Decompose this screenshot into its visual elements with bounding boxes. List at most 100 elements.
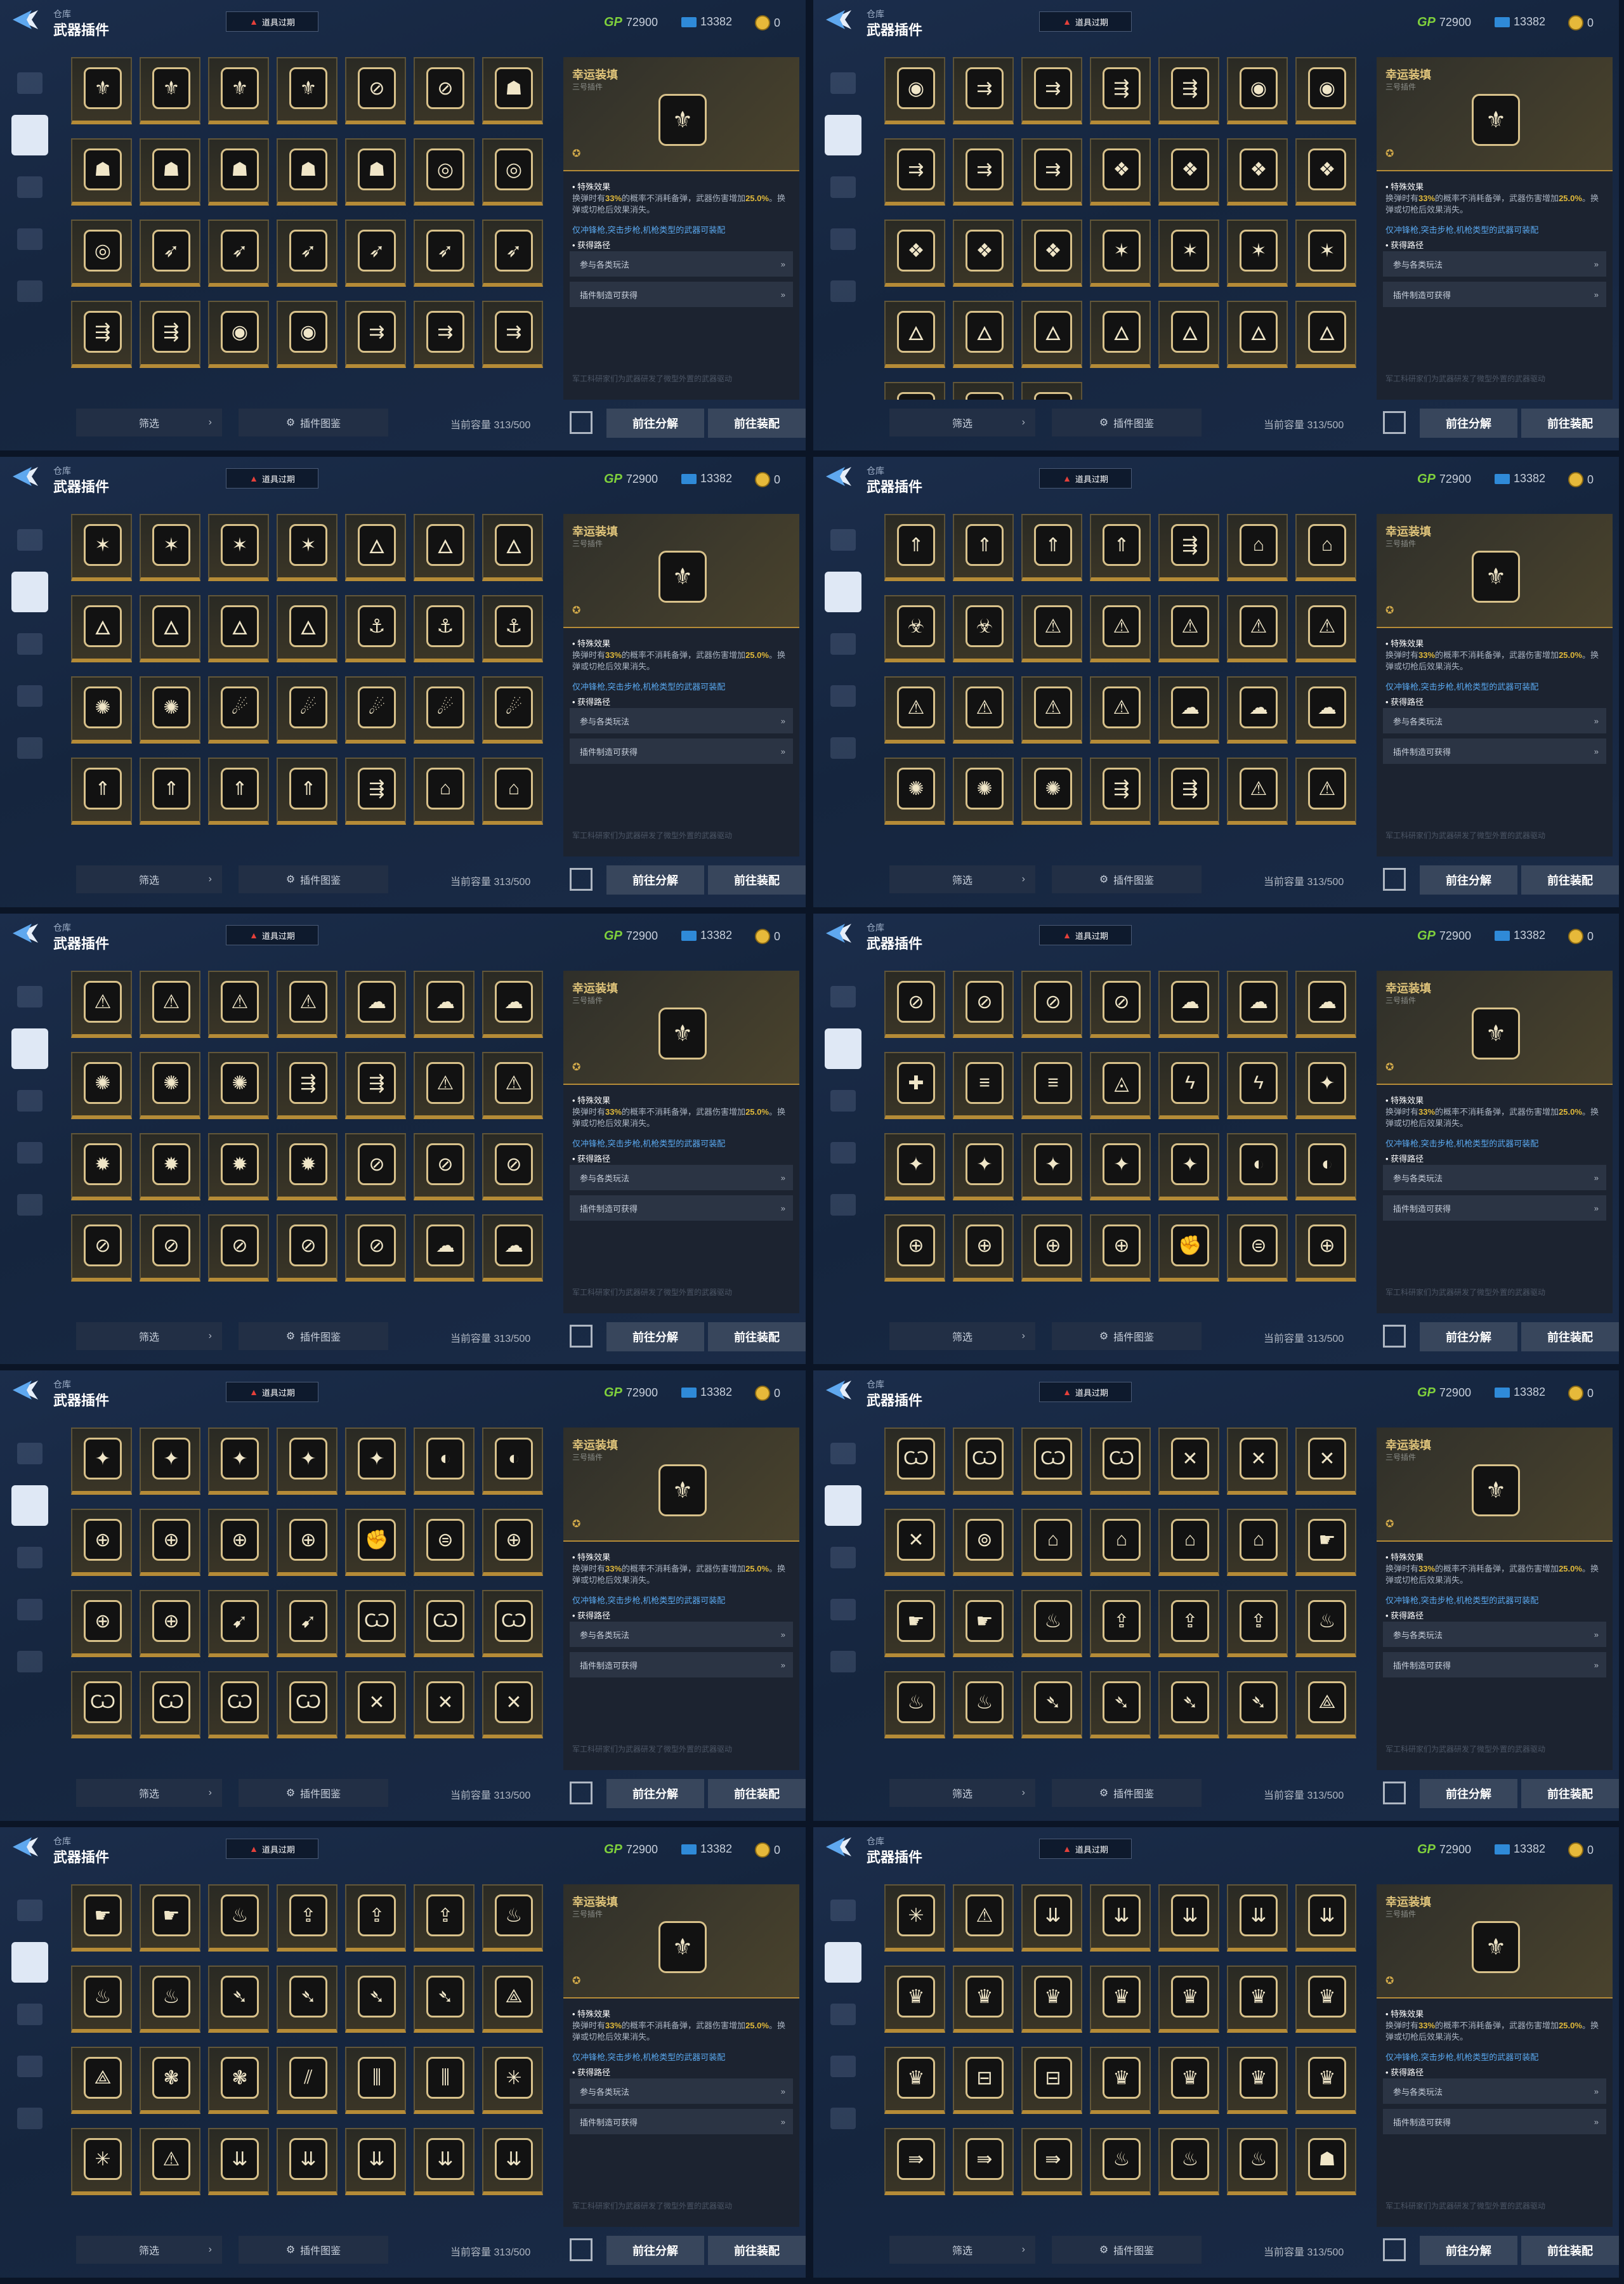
plugin-slot[interactable]: ⌂ [1227,1509,1288,1576]
plugin-slot[interactable]: 🜂 [208,595,269,662]
plugin-slot[interactable]: ✳ [884,1884,945,1952]
plugin-slot[interactable]: ⊕ [1295,1214,1356,1282]
plugin-slot[interactable]: ❖ [1021,220,1082,287]
equip-button[interactable]: 前往装配 [1521,865,1619,895]
expired-items-button[interactable]: ▲ 道具过期 [226,468,318,489]
plugin-slot[interactable]: ♛ [884,1966,945,2033]
plugin-slot[interactable]: ⟁ [482,1966,543,2033]
back-arrow-icon[interactable] [826,466,853,487]
external-link-icon[interactable] [1383,2238,1406,2261]
plugin-slot[interactable]: 🜂 [71,595,132,662]
plugin-slot[interactable]: 🜂 [1021,301,1082,368]
expired-items-button[interactable]: ▲ 道具过期 [226,1382,318,1402]
source-gameplay-link[interactable]: 参与各类玩法» [570,1622,793,1647]
plugin-slot[interactable]: ⇛ [953,2128,1014,2195]
plugin-slot[interactable]: ☄ [345,676,406,744]
plugin-slot[interactable]: ⇑ [884,514,945,581]
plugin-slot[interactable]: ⇑ [1090,514,1151,581]
plugin-slot[interactable]: ➴ [1090,1671,1151,1738]
source-gameplay-link[interactable]: 参与各类玩法» [1383,708,1606,733]
plugin-slot[interactable]: ☄ [414,676,475,744]
plugin-slot[interactable]: 🜂 [953,301,1014,368]
plugin-slot[interactable]: ⇪ [345,1884,406,1952]
sidebar-item-rifle[interactable] [8,670,52,722]
filter-button[interactable]: 筛选 › [76,2236,222,2264]
plugin-slot[interactable]: ⇶ [140,301,200,368]
expired-items-button[interactable]: ▲ 道具过期 [1039,468,1132,489]
source-gameplay-link[interactable]: 参与各类玩法» [570,1165,793,1190]
plugin-atlas-button[interactable]: ⚙ 插件图鉴 [239,865,388,893]
plugin-slot[interactable]: ⊘ [953,971,1014,1038]
sidebar-item-grenade[interactable] [8,618,52,670]
plugin-slot[interactable]: 🜂 [345,514,406,581]
plugin-atlas-button[interactable]: ⚙ 插件图鉴 [239,2236,388,2264]
plugin-slot[interactable]: ✹ [71,1133,132,1200]
plugin-slot[interactable]: ♨ [953,1671,1014,1738]
plugin-slot[interactable]: ♨ [1021,1590,1082,1657]
plugin-slot[interactable]: ⇪ [277,1884,337,1952]
plugin-slot[interactable]: 🜂 [884,301,945,368]
source-craft-link[interactable]: 插件制造可获得» [570,1652,793,1677]
sidebar-item-pistol[interactable] [8,1428,52,1480]
plugin-slot[interactable]: ♛ [1295,2047,1356,2114]
sidebar-item-pistol[interactable] [821,57,865,109]
back-arrow-icon[interactable] [13,922,39,944]
plugin-slot[interactable]: ⚠ [1295,595,1356,662]
sidebar-item-pistol[interactable] [8,514,52,566]
external-link-icon[interactable] [570,2238,593,2261]
plugin-slot[interactable]: ⊘ [140,1214,200,1282]
plugin-slot[interactable]: ⫽ [277,2047,337,2114]
plugin-slot[interactable]: ➶ [208,220,269,287]
plugin-slot[interactable]: ✶ [71,514,132,581]
back-arrow-icon[interactable] [826,9,853,30]
sidebar-item-rifle[interactable] [821,1127,865,1179]
plugin-slot[interactable]: Ѡ [1021,1428,1082,1495]
plugin-slot[interactable]: ⇉ [414,301,475,368]
plugin-atlas-button[interactable]: ⚙ 插件图鉴 [1052,1779,1202,1807]
plugin-slot[interactable]: ♛ [1090,2047,1151,2114]
sidebar-item-rifle[interactable] [821,670,865,722]
plugin-slot[interactable]: ⚠ [1227,758,1288,825]
plugin-slot[interactable]: ⌂ [1227,514,1288,581]
expired-items-button[interactable]: ▲ 道具过期 [1039,1382,1132,1402]
source-craft-link[interactable]: 插件制造可获得» [1383,1195,1606,1221]
plugin-slot[interactable]: 🜂 [1295,301,1356,368]
plugin-slot[interactable]: ⊕ [140,1509,200,1576]
plugin-slot[interactable]: ✺ [140,1052,200,1119]
sidebar-item-character[interactable] [821,1636,865,1688]
plugin-slot[interactable]: Ѡ [345,1590,406,1657]
sidebar-item-pistol[interactable] [821,514,865,566]
plugin-slot[interactable]: ⇶ [277,1052,337,1119]
plugin-atlas-button[interactable]: ⚙ 插件图鉴 [1052,409,1202,436]
plugin-slot[interactable]: ☗ [277,138,337,206]
plugin-slot[interactable]: ✶ [1227,220,1288,287]
plugin-slot[interactable]: ⇑ [1021,514,1082,581]
plugin-slot[interactable]: ⇊ [345,2128,406,2195]
plugin-slot[interactable]: ✦ [1021,1133,1082,1200]
decompose-button[interactable]: 前往分解 [606,409,704,438]
plugin-slot[interactable]: ⚜ [71,57,132,124]
expired-items-button[interactable]: ▲ 道具过期 [1039,925,1132,945]
decompose-button[interactable]: 前往分解 [1420,865,1517,895]
plugin-slot[interactable]: ⊕ [71,1590,132,1657]
plugin-slot[interactable]: ⊘ [482,1133,543,1200]
plugin-slot[interactable]: 🜂 [277,595,337,662]
external-link-icon[interactable] [1383,868,1406,891]
plugin-slot[interactable]: ✦ [345,1428,406,1495]
plugin-slot[interactable]: ✶ [1090,220,1151,287]
plugin-slot[interactable]: ⟁ [71,2047,132,2114]
plugin-slot[interactable]: ◎ [482,138,543,206]
plugin-slot[interactable]: ♛ [1090,1966,1151,2033]
plugin-slot[interactable]: ⊘ [884,971,945,1038]
sidebar-item-pistol[interactable] [821,971,865,1023]
plugin-slot[interactable]: ⊘ [71,1214,132,1282]
plugin-slot[interactable]: ⇪ [414,1884,475,1952]
plugin-slot[interactable]: ⚠ [208,971,269,1038]
plugin-slot[interactable]: ♨ [1227,2128,1288,2195]
plugin-slot[interactable]: ☁ [1295,676,1356,744]
plugin-slot[interactable]: ✺ [953,758,1014,825]
plugin-slot[interactable]: Ѡ [482,1590,543,1657]
plugin-slot[interactable]: ♛ [884,2047,945,2114]
plugin-slot[interactable]: ✦ [884,1133,945,1200]
plugin-slot[interactable]: ✺ [1021,758,1082,825]
